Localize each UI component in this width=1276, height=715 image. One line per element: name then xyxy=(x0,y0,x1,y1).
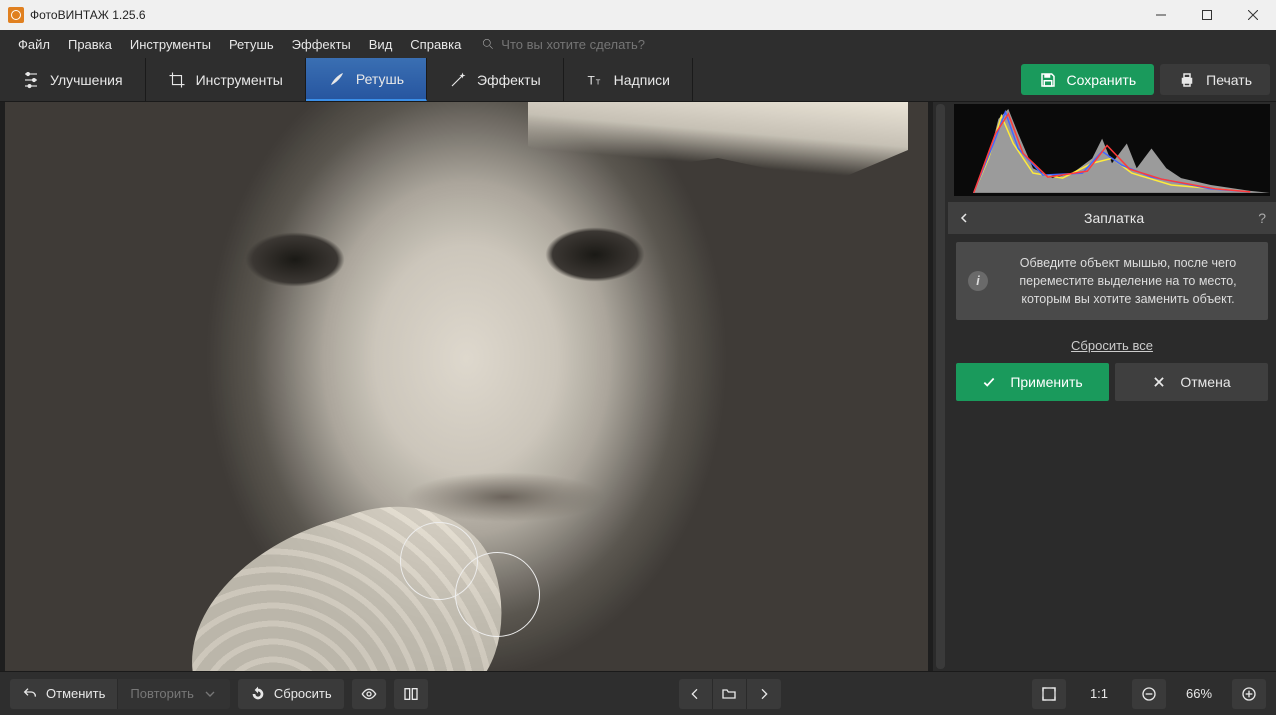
print-icon xyxy=(1178,71,1196,89)
brush-icon xyxy=(328,70,346,88)
zoom-out-button[interactable] xyxy=(1132,679,1166,709)
window-close-button[interactable] xyxy=(1230,0,1276,30)
menu-instruments[interactable]: Инструменты xyxy=(122,33,219,56)
undo-icon xyxy=(22,686,38,702)
reset-all-link[interactable]: Сбросить все xyxy=(948,338,1276,353)
reset-button[interactable]: Сбросить xyxy=(238,679,344,709)
photo-detail-tear xyxy=(528,102,908,182)
fit-icon xyxy=(1041,686,1057,702)
tab-label: Ретушь xyxy=(356,71,404,87)
history-group: Отменить Повторить xyxy=(10,679,230,709)
menu-file[interactable]: Файл xyxy=(10,33,58,56)
canvas-vertical-scrollbar[interactable] xyxy=(933,102,948,671)
preview-toggle-button[interactable] xyxy=(352,679,386,709)
next-file-button[interactable] xyxy=(747,679,781,709)
compare-button[interactable] xyxy=(394,679,428,709)
eye-icon xyxy=(361,686,377,702)
menu-view[interactable]: Вид xyxy=(361,33,401,56)
window-maximize-button[interactable] xyxy=(1184,0,1230,30)
reset-icon xyxy=(250,686,266,702)
redo-button[interactable]: Повторить xyxy=(118,679,229,709)
folder-icon xyxy=(721,686,737,702)
save-label: Сохранить xyxy=(1067,72,1137,88)
tool-hint: i Обведите объект мышью, после чего пере… xyxy=(956,242,1268,320)
apply-button[interactable]: Применить xyxy=(956,363,1109,401)
tab-tools[interactable]: Инструменты xyxy=(146,58,306,101)
right-panel: Заплатка ? i Обведите объект мышью, посл… xyxy=(948,102,1276,671)
minus-icon xyxy=(1141,686,1157,702)
info-icon: i xyxy=(968,271,988,291)
panel-help-button[interactable]: ? xyxy=(1258,210,1266,226)
svg-text:T: T xyxy=(595,77,600,86)
redo-label: Повторить xyxy=(130,686,193,701)
panel-title: Заплатка xyxy=(970,210,1258,226)
print-button[interactable]: Печать xyxy=(1160,64,1270,95)
histogram[interactable] xyxy=(954,104,1270,196)
cancel-label: Отмена xyxy=(1180,374,1230,390)
file-nav-group xyxy=(679,679,781,709)
search-icon xyxy=(481,37,495,51)
app-title: ФотоВИНТАЖ 1.25.6 xyxy=(30,8,1138,22)
zoom-value: 66% xyxy=(1174,686,1224,701)
print-label: Печать xyxy=(1206,72,1252,88)
prev-file-button[interactable] xyxy=(679,679,713,709)
menu-edit[interactable]: Правка xyxy=(60,33,120,56)
menu-effects[interactable]: Эффекты xyxy=(284,33,359,56)
undo-button[interactable]: Отменить xyxy=(10,679,118,709)
panel-header: Заплатка ? xyxy=(948,202,1276,234)
reset-label: Сбросить xyxy=(274,686,332,701)
app-icon xyxy=(8,7,24,23)
chevron-left-icon xyxy=(958,212,970,224)
tool-hint-text: Обведите объект мышью, после чего переме… xyxy=(1019,256,1236,306)
menu-search-input[interactable] xyxy=(501,37,701,52)
tab-label: Инструменты xyxy=(196,72,283,88)
apply-label: Применить xyxy=(1010,374,1082,390)
wand-icon xyxy=(449,71,467,89)
canvas-area[interactable] xyxy=(0,102,948,671)
menu-help[interactable]: Справка xyxy=(402,33,469,56)
tab-captions[interactable]: TT Надписи xyxy=(564,58,693,101)
close-icon xyxy=(1152,375,1166,389)
compare-icon xyxy=(403,686,419,702)
title-bar: ФотоВИНТАЖ 1.25.6 xyxy=(0,0,1276,30)
menu-bar: Файл Правка Инструменты Ретушь Эффекты В… xyxy=(0,30,1276,58)
tab-effects[interactable]: Эффекты xyxy=(427,58,564,101)
save-button[interactable]: Сохранить xyxy=(1021,64,1155,95)
panel-back-button[interactable] xyxy=(958,208,970,229)
undo-label: Отменить xyxy=(46,686,105,701)
window-minimize-button[interactable] xyxy=(1138,0,1184,30)
tab-enhance[interactable]: Улучшения xyxy=(0,58,146,101)
plus-icon xyxy=(1241,686,1257,702)
tab-retouch[interactable]: Ретушь xyxy=(306,58,427,101)
svg-text:T: T xyxy=(587,73,595,87)
tab-label: Надписи xyxy=(614,72,670,88)
tab-label: Эффекты xyxy=(477,72,541,88)
main-tabs: Улучшения Инструменты Ретушь Эффекты TT … xyxy=(0,58,1276,102)
sliders-icon xyxy=(22,71,40,89)
menu-search xyxy=(481,37,701,52)
chevron-down-icon xyxy=(202,686,218,702)
photo-detail-mouth xyxy=(405,472,605,522)
tab-label: Улучшения xyxy=(50,72,123,88)
bottom-bar: Отменить Повторить Сбросить 1:1 66% xyxy=(0,671,1276,715)
zoom-in-button[interactable] xyxy=(1232,679,1266,709)
open-folder-button[interactable] xyxy=(713,679,747,709)
crop-icon xyxy=(168,71,186,89)
save-icon xyxy=(1039,71,1057,89)
check-icon xyxy=(982,375,996,389)
text-icon: TT xyxy=(586,71,604,89)
chevron-left-icon xyxy=(687,686,703,702)
chevron-right-icon xyxy=(756,686,772,702)
patch-selection-target[interactable] xyxy=(455,552,540,637)
zoom-ratio-button[interactable]: 1:1 xyxy=(1074,686,1124,701)
cancel-button[interactable]: Отмена xyxy=(1115,363,1268,401)
menu-retouch[interactable]: Ретушь xyxy=(221,33,282,56)
fit-screen-button[interactable] xyxy=(1032,679,1066,709)
